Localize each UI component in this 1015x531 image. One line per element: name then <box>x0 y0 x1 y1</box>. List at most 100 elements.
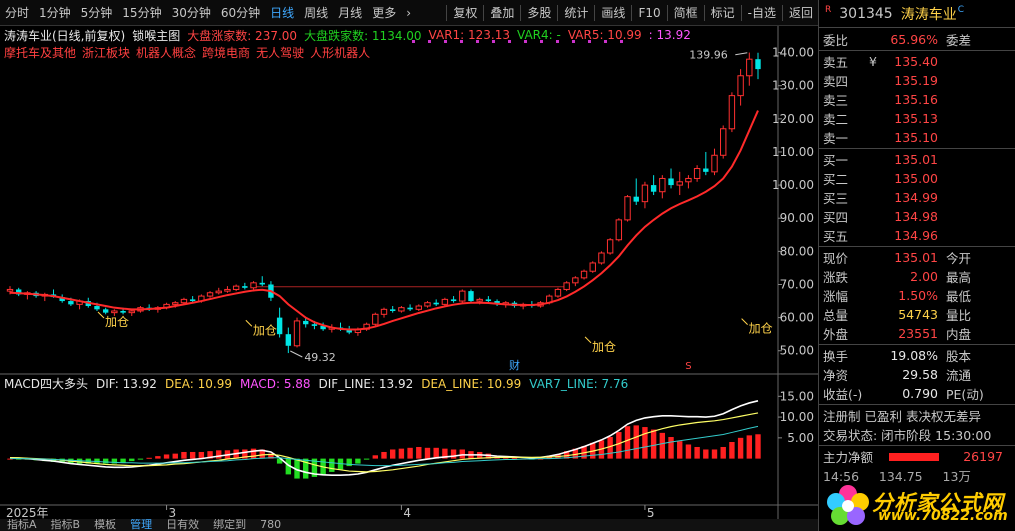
period-tab[interactable]: 15分钟 <box>117 0 166 26</box>
low-arrow <box>290 350 303 358</box>
more-arrow-icon[interactable]: › <box>401 0 416 26</box>
candle-body <box>659 177 666 193</box>
toolbar-button[interactable]: 返回 <box>784 0 818 26</box>
fin-row: 换手 19.08% 股本 <box>819 346 1015 365</box>
period-tab[interactable]: 日线 <box>265 0 299 26</box>
toolbar-button[interactable]: 简框 <box>669 0 703 26</box>
weibi-row: 委比 65.96% 委差 <box>819 30 1015 49</box>
candle-body <box>311 324 318 326</box>
toolbar-button[interactable]: 多股 <box>522 0 556 26</box>
macd-bar <box>172 453 178 459</box>
main-flow-row: 主力净额 26197 <box>819 447 1015 466</box>
ask-level-label: 卖三 <box>823 93 849 108</box>
add-position-label: 加仓 <box>592 340 616 354</box>
stat-value: 1.50% <box>898 288 938 303</box>
quote-divider <box>819 148 1015 149</box>
candle-body <box>476 298 483 302</box>
yen-icon: ¥ <box>869 54 877 69</box>
ask-price[interactable]: 135.40 <box>883 54 944 69</box>
ask-price[interactable]: 135.19 <box>883 73 944 88</box>
candle-body <box>224 288 231 292</box>
candle-body <box>615 219 623 241</box>
bid-row: 买四 134.98 <box>819 207 1015 226</box>
indicator-tab[interactable]: 模板 <box>87 519 123 531</box>
stat-label-2: 今开 <box>946 251 972 266</box>
kline-chart[interactable]: 140.00 130.00 120.00 110.00 100.00 90.00 80.00… <box>0 26 818 531</box>
candle-body <box>624 196 631 221</box>
add-position-arrow <box>97 311 105 319</box>
macd-bar <box>363 458 370 460</box>
concept-tag[interactable]: 人形机器人 <box>310 44 370 61</box>
x-axis-label: 5 <box>647 506 655 520</box>
period-tab[interactable]: 5分钟 <box>76 0 118 26</box>
ask-row: 卖四 135.19 <box>819 71 1015 90</box>
macd-bar <box>685 444 692 459</box>
fin-label-2: 股本 <box>946 349 972 364</box>
registration-row: 注册制 已盈利 表决权无差异 <box>819 406 1015 425</box>
price-axis-label: 90.00 <box>780 211 814 225</box>
toolbar-button[interactable]: 叠加 <box>485 0 519 26</box>
stat-label-2: 最高 <box>946 270 972 285</box>
toolbar-button[interactable]: F10 <box>633 0 665 26</box>
concept-tag[interactable]: 摩托车及其他 <box>4 44 76 61</box>
r-mark: R <box>825 4 832 15</box>
period-tab[interactable]: 更多 <box>367 0 401 26</box>
trade-status-row: 交易状态: 闭市阶段 15:30:00 <box>819 425 1015 444</box>
financial-report-marker: 财 <box>509 358 520 372</box>
period-tab[interactable]: 月线 <box>333 0 367 26</box>
stat-label: 涨幅 <box>823 289 849 304</box>
stat-label-2: 内盘 <box>946 327 972 342</box>
concept-tag[interactable]: 无人驾驶 <box>256 44 304 61</box>
toolbar-button[interactable]: 统计 <box>559 0 593 26</box>
macd-header: MACD四大多头 DIF: 13.92 DEA: 10.99 MACD: 5.8… <box>4 375 628 392</box>
ask-price[interactable]: 135.13 <box>883 111 944 126</box>
bid-price[interactable]: 134.98 <box>883 209 944 224</box>
indicator-tab[interactable]: 指标A <box>0 519 44 531</box>
stat-row: 现价 135.01 今开 <box>819 248 1015 267</box>
indicator-name[interactable]: 锁喉主图 <box>132 27 180 44</box>
ask-price[interactable]: 135.16 <box>883 92 944 107</box>
ask-price[interactable]: 135.10 <box>883 130 944 145</box>
period-tab[interactable]: 周线 <box>299 0 333 26</box>
indicator-tab[interactable]: 日有效 <box>159 519 206 531</box>
bid-price[interactable]: 135.01 <box>883 152 944 167</box>
bid-level-label: 买五 <box>823 229 849 244</box>
add-position-label: 加仓 <box>105 315 129 329</box>
bid-price[interactable]: 135.00 <box>883 171 944 186</box>
bid-price[interactable]: 134.99 <box>883 190 944 205</box>
toolbar-button[interactable]: 画线 <box>596 0 630 26</box>
fin-label: 换手 <box>823 349 849 364</box>
indicator-tab[interactable]: 780 <box>253 519 288 531</box>
macd-axis-label: 5.00 <box>787 431 814 445</box>
period-tab[interactable]: 60分钟 <box>216 0 265 26</box>
quote-divider <box>819 344 1015 345</box>
period-tab[interactable]: 30分钟 <box>167 0 216 26</box>
macd-bar <box>390 449 396 459</box>
bid-price[interactable]: 134.96 <box>883 228 944 243</box>
stock-name: 涛涛车业 <box>900 6 957 23</box>
candle-body <box>424 302 431 307</box>
chart-canvas[interactable]: 140.00 130.00 120.00 110.00 100.00 90.00 80.00… <box>0 26 818 531</box>
macd-indicator-name[interactable]: MACD四大多头 <box>4 375 88 392</box>
period-tab[interactable]: 分时 <box>0 0 34 26</box>
main-flow-bar <box>889 452 939 461</box>
bid-row: 买三 134.99 <box>819 188 1015 207</box>
macd-bar <box>694 446 700 459</box>
toolbar-button[interactable]: 标记 <box>706 0 740 26</box>
candle-body <box>668 178 674 186</box>
candle-body <box>450 299 457 302</box>
fin-value: 0.790 <box>902 386 938 401</box>
toolbar-button[interactable]: 复权 <box>448 0 482 26</box>
x-axis-label: 2025年 <box>6 506 49 520</box>
candle-body <box>102 309 109 313</box>
concept-tag[interactable]: 浙江板块 <box>82 44 130 61</box>
indicator-tab[interactable]: 指标B <box>44 519 88 531</box>
indicator-tab[interactable]: 绑定到 <box>206 519 253 531</box>
candle-body <box>650 185 657 192</box>
concept-tag[interactable]: 跨境电商 <box>202 44 250 61</box>
concept-tag[interactable]: 机器人概念 <box>136 44 196 61</box>
toolbar-button[interactable]: -自选 <box>743 0 781 26</box>
candle-body <box>433 302 439 305</box>
indicator-tab[interactable]: 管理 <box>123 519 159 531</box>
period-tab[interactable]: 1分钟 <box>34 0 76 26</box>
